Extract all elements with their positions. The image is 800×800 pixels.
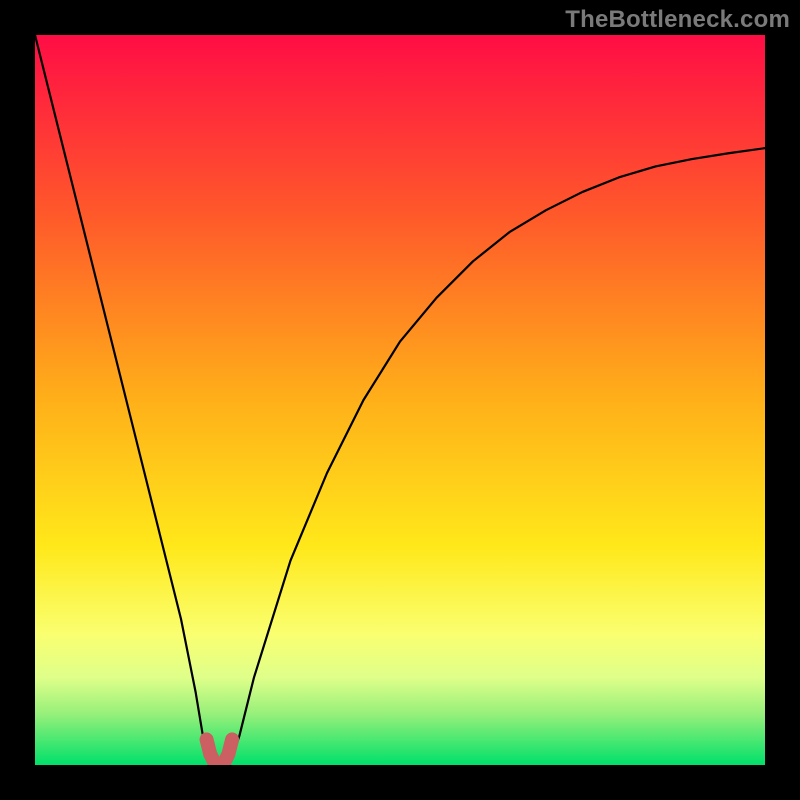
chart-frame: TheBottleneck.com <box>0 0 800 800</box>
bottleneck-chart <box>35 35 765 765</box>
watermark-text: TheBottleneck.com <box>565 6 790 34</box>
